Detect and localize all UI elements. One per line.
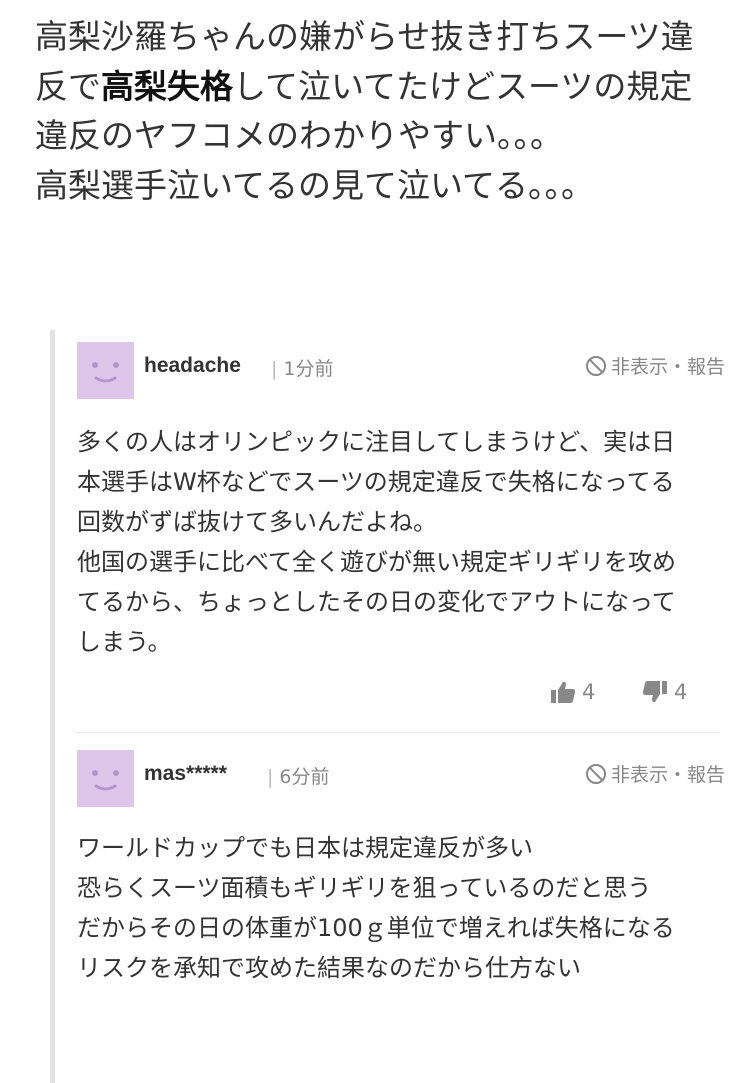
username[interactable]: mas*****: [144, 762, 227, 786]
username[interactable]: headache: [144, 354, 241, 378]
reply-divider: [75, 732, 720, 733]
hide-report-button[interactable]: 非表示・報告: [585, 352, 725, 379]
reply-thread: headache | 1分前 非表示・報告 多くの人はオリンピックに注目してしまう…: [50, 330, 750, 1083]
like-count: 4: [582, 680, 596, 704]
no-entry-icon: [585, 355, 606, 376]
like-button[interactable]: 4: [550, 680, 595, 704]
main-comment-text: 高梨沙羅ちゃんの嫌がらせ抜き打ちスーツ違反で高梨失格して泣いてたけどスーツの規定…: [35, 12, 725, 210]
smiley-face-icon: [92, 770, 119, 791]
smiley-face-icon: [92, 362, 119, 383]
reply-body: ワールドカップでも日本は規定違反が多い 恐らくスーツ面積もギリギリを狙っているの…: [77, 834, 675, 982]
hide-report-label: 非表示・報告: [610, 356, 725, 378]
hide-report-label: 非表示・報告: [610, 764, 725, 786]
comment-page: 高梨沙羅ちゃんの嫌がらせ抜き打ちスーツ違反で高梨失格して泣いてたけどスーツの規定…: [0, 0, 750, 1083]
comment-time-text: 6分前: [279, 766, 330, 788]
comment-time-text: 1分前: [283, 358, 334, 380]
meta-separator: |: [271, 358, 278, 380]
hide-report-button[interactable]: 非表示・報告: [585, 760, 725, 787]
dislike-button[interactable]: 4: [642, 680, 687, 704]
comment-time: | 1分前: [271, 354, 334, 381]
comment-time: | 6分前: [267, 762, 330, 789]
reply-item: mas***** | 6分前 非表示・報告 ワールドカップでも日本は規定違反が多い…: [75, 750, 725, 1083]
thumbs-up-icon: [551, 681, 576, 703]
reply-item: headache | 1分前 非表示・報告 多くの人はオリンピックに注目してしまう…: [75, 342, 725, 732]
avatar[interactable]: [77, 750, 134, 807]
dislike-count: 4: [674, 680, 688, 704]
no-entry-icon: [585, 763, 606, 784]
main-comment-bold-text: 高梨失格: [101, 66, 233, 106]
reply-body: 多くの人はオリンピックに注目してしまうけど、実は日本選手はW杯などでスーツの規定…: [77, 428, 677, 656]
avatar[interactable]: [77, 342, 134, 399]
thumbs-down-icon: [642, 681, 667, 703]
meta-separator: |: [267, 766, 274, 788]
